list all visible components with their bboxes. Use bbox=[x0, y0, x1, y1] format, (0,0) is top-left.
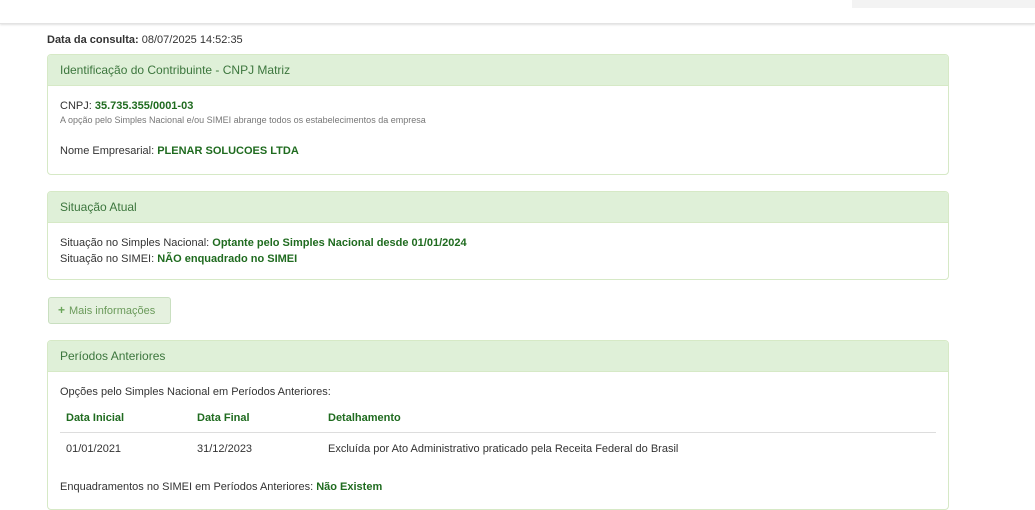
cnpj-value: 35.735.355/0001-03 bbox=[94, 100, 194, 112]
simei-periodos-value: Não Existem bbox=[316, 481, 383, 493]
top-bar bbox=[0, 0, 1035, 24]
simples-line: Situação no Simples Nacional: Optante pe… bbox=[60, 235, 936, 251]
simei-periodos-line: Enquadramentos no SIMEI em Períodos Ante… bbox=[60, 479, 936, 495]
panel-situacao: Situação Atual Situação no Simples Nacio… bbox=[47, 191, 949, 280]
panel-identificacao: Identificação do Contribuinte - CNPJ Mat… bbox=[47, 54, 949, 175]
cnpj-label: CNPJ: bbox=[60, 100, 92, 112]
row-data-inicial: 01/01/2021 bbox=[66, 443, 122, 455]
consulta-date: Data da consulta: 08/07/2025 14:52:35 bbox=[47, 33, 243, 47]
opcoes-label: Opções pelo Simples Nacional em Períodos… bbox=[60, 386, 331, 398]
panel-situacao-title: Situação Atual bbox=[48, 192, 948, 223]
simei-line: Situação no SIMEI: NÃO enquadrado no SIM… bbox=[60, 251, 936, 267]
row-data-final: 31/12/2023 bbox=[197, 443, 253, 455]
row-detalhamento: Excluída por Ato Administrativo praticad… bbox=[328, 443, 679, 455]
col-detalhamento: Detalhamento bbox=[322, 404, 936, 433]
top-bar-right-area bbox=[852, 0, 1035, 8]
panel-periodos-title: Períodos Anteriores bbox=[48, 341, 948, 372]
nome-label: Nome Empresarial: bbox=[60, 145, 155, 157]
table-header-row: Data Inicial Data Final Detalhamento bbox=[60, 404, 936, 433]
periodos-table: Data Inicial Data Final Detalhamento 01/… bbox=[60, 404, 936, 465]
cnpj-line: CNPJ: 35.735.355/0001-03 bbox=[60, 98, 936, 114]
cnpj-note: A opção pelo Simples Nacional e/ou SIMEI… bbox=[60, 115, 426, 125]
plus-icon: + bbox=[58, 303, 66, 317]
mais-informacoes-button[interactable]: + Mais informações bbox=[48, 297, 171, 324]
mais-informacoes-label: Mais informações bbox=[69, 305, 156, 317]
panel-identificacao-title: Identificação do Contribuinte - CNPJ Mat… bbox=[48, 55, 948, 86]
consulta-label: Data da consulta: bbox=[47, 34, 139, 46]
simei-value: NÃO enquadrado no SIMEI bbox=[157, 253, 298, 265]
panel-periodos: Períodos Anteriores Opções pelo Simples … bbox=[47, 340, 949, 510]
simples-label: Situação no Simples Nacional: bbox=[60, 237, 210, 249]
nome-line: Nome Empresarial: PLENAR SOLUCOES LTDA bbox=[60, 143, 936, 159]
consulta-value: 08/07/2025 14:52:35 bbox=[141, 34, 243, 46]
simei-label: Situação no SIMEI: bbox=[60, 253, 155, 265]
table-row: 01/01/2021 31/12/2023 Excluída por Ato A… bbox=[60, 433, 936, 466]
simei-periodos-label: Enquadramentos no SIMEI em Períodos Ante… bbox=[60, 481, 314, 493]
col-data-inicial: Data Inicial bbox=[60, 404, 191, 433]
nome-value: PLENAR SOLUCOES LTDA bbox=[157, 145, 299, 157]
col-data-final: Data Final bbox=[191, 404, 322, 433]
simples-value: Optante pelo Simples Nacional desde 01/0… bbox=[212, 237, 467, 249]
